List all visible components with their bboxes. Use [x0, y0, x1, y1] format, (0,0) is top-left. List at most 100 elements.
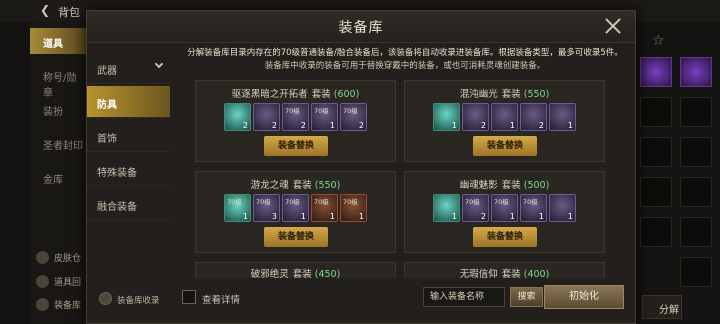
purple-armor-icon[interactable]: 2: [253, 103, 280, 131]
category-special[interactable]: 特殊装备: [87, 154, 170, 186]
item-quantity: 1: [451, 121, 457, 130]
green-armor-icon[interactable]: 1: [433, 103, 460, 131]
equipment-icon-row: 1 70级 2 70级 1 70级 1 1: [405, 194, 604, 224]
set-count: (500): [523, 180, 550, 191]
set-card: 驱逐黑暗之开拓者 套装 (600) 2 2 70级 2 70级 1 70级 2 装备替换: [195, 80, 396, 162]
item-quantity: 3: [271, 212, 277, 221]
back-arrow-icon[interactable]: ❮: [40, 3, 50, 17]
star-icon[interactable]: ☆: [652, 33, 665, 49]
category-armor[interactable]: 防具: [87, 86, 170, 118]
purple-armor-icon[interactable]: 70级 2: [282, 103, 309, 131]
inventory-slot[interactable]: [680, 57, 712, 87]
tab-items[interactable]: 道具: [30, 28, 86, 54]
equipment-swap-button[interactable]: 装备替换: [473, 227, 537, 247]
inventory-slot[interactable]: [640, 177, 672, 207]
search-input[interactable]: [423, 287, 505, 307]
tab-seal[interactable]: 圣者封印: [30, 130, 86, 156]
set-card: 无瑕信仰 套装 (400): [404, 262, 605, 280]
purple-armor-icon[interactable]: 70级 1: [520, 194, 547, 222]
close-icon[interactable]: [603, 16, 623, 36]
item-level: 70级: [285, 198, 300, 206]
item-quantity: 2: [480, 212, 486, 221]
category-weapon[interactable]: 武器: [87, 52, 170, 84]
item-quantity: 1: [509, 212, 515, 221]
item-level: 70级: [494, 198, 509, 206]
purple-armor-icon[interactable]: 1: [491, 103, 518, 131]
equipment-icon-row: 70级 1 70级 3 70级 1 70级 1 70级 1: [196, 194, 395, 224]
category-label: 防具: [97, 100, 117, 111]
set-label: 套装: [501, 89, 521, 100]
green-armor-icon[interactable]: 70级 1: [224, 194, 251, 222]
equipment-vault-label: 装备库: [54, 301, 82, 311]
inventory-slot[interactable]: [680, 217, 712, 247]
purple-armor-icon[interactable]: 70级 2: [462, 194, 489, 222]
equipment-swap-button[interactable]: 装备替换: [264, 227, 328, 247]
set-label: 套装: [292, 180, 312, 191]
equipment-swap-button[interactable]: 装备替换: [473, 136, 537, 156]
inventory-slot[interactable]: [640, 137, 672, 167]
category-fusion[interactable]: 融合装备: [87, 188, 170, 220]
tab-titles[interactable]: 称号/勋章: [30, 62, 86, 99]
green-armor-icon[interactable]: 2: [224, 103, 251, 131]
item-level: 70级: [465, 198, 480, 206]
inventory-slot[interactable]: [680, 97, 712, 127]
purple-armor-icon[interactable]: 70级 1: [491, 194, 518, 222]
item-quantity: 1: [538, 212, 544, 221]
purple-armor-icon[interactable]: 70级 2: [340, 103, 367, 131]
search-button[interactable]: 搜索: [510, 287, 543, 307]
equipment-icon-row: 2 2 70级 2 70级 1 70级 2: [196, 103, 395, 133]
purple-armor-icon[interactable]: 70级 1: [282, 194, 309, 222]
inventory-slot[interactable]: [680, 257, 712, 287]
item-quantity: 2: [242, 121, 248, 130]
inventory-slot[interactable]: [640, 97, 672, 127]
purple-armor-icon[interactable]: 1: [549, 103, 576, 131]
set-label: 套装: [501, 180, 521, 191]
item-quantity: 2: [480, 121, 486, 130]
purple-armor-icon[interactable]: 70级 3: [253, 194, 280, 222]
equipment-swap-button[interactable]: 装备替换: [264, 136, 328, 156]
modal-title: 装备库: [338, 20, 384, 36]
item-level: 70级: [314, 107, 329, 115]
equipment-vault-icon: [36, 298, 49, 311]
item-quantity: 1: [242, 212, 248, 221]
tab-vault[interactable]: 金库: [30, 164, 86, 190]
initialize-button[interactable]: 初始化: [544, 285, 624, 309]
item-level: 70级: [227, 198, 242, 206]
item-level: 70级: [343, 107, 358, 115]
purple-armor-icon[interactable]: 2: [520, 103, 547, 131]
equipment-vault-button[interactable]: 装备库: [36, 298, 81, 311]
inventory-slot[interactable]: [680, 177, 712, 207]
red-armor-icon[interactable]: 70级 1: [311, 194, 338, 222]
category-label: 特殊装备: [97, 168, 137, 179]
category-accessory[interactable]: 首饰: [87, 120, 170, 152]
chevron-down-icon: [154, 59, 164, 69]
decompose-button[interactable]: 分解: [642, 295, 682, 319]
set-count: (600): [333, 89, 360, 100]
red-armor-icon[interactable]: 70级 1: [340, 194, 367, 222]
item-recycle-label: 道具回: [54, 278, 82, 288]
purple-armor-icon[interactable]: 70级 1: [311, 103, 338, 131]
item-quantity: 2: [358, 121, 364, 130]
tab-avatar[interactable]: 装扮: [30, 96, 86, 122]
skin-storage-button[interactable]: 皮肤仓: [36, 251, 81, 264]
view-details-checkbox[interactable]: [182, 290, 196, 304]
item-recycle-button[interactable]: 道具回: [36, 275, 81, 288]
set-header: 破邪绝灵 套装 (450): [196, 266, 395, 280]
item-quantity: 1: [300, 212, 306, 221]
purple-armor-icon[interactable]: 1: [549, 194, 576, 222]
purple-armor-icon[interactable]: 2: [462, 103, 489, 131]
vault-notice: 分解装备库目录内存在的70级普通装备/融合装备后，该装备将自动收录进装备库。根据…: [175, 47, 635, 73]
green-armor-icon[interactable]: 1: [433, 194, 460, 222]
set-name: 幽魂魅影: [459, 180, 498, 191]
vault-recycle-label: 装备库收录: [117, 296, 160, 306]
equipment-icon-row: 1 2 1 2 1: [405, 103, 604, 133]
vault-recycle-button[interactable]: 装备库收录: [99, 292, 160, 306]
inventory-slot[interactable]: [640, 217, 672, 247]
item-quantity: 2: [300, 121, 306, 130]
inventory-slot[interactable]: [680, 137, 712, 167]
equipment-vault-modal: 装备库 武器 防具 首饰 特殊装备 融合装备 分解装备库目录内存在的70级普通装…: [86, 10, 636, 324]
modal-header: 装备库: [87, 11, 635, 43]
item-level: 70级: [314, 198, 329, 206]
set-name: 混沌幽光: [459, 89, 498, 100]
inventory-slot[interactable]: [640, 57, 672, 87]
